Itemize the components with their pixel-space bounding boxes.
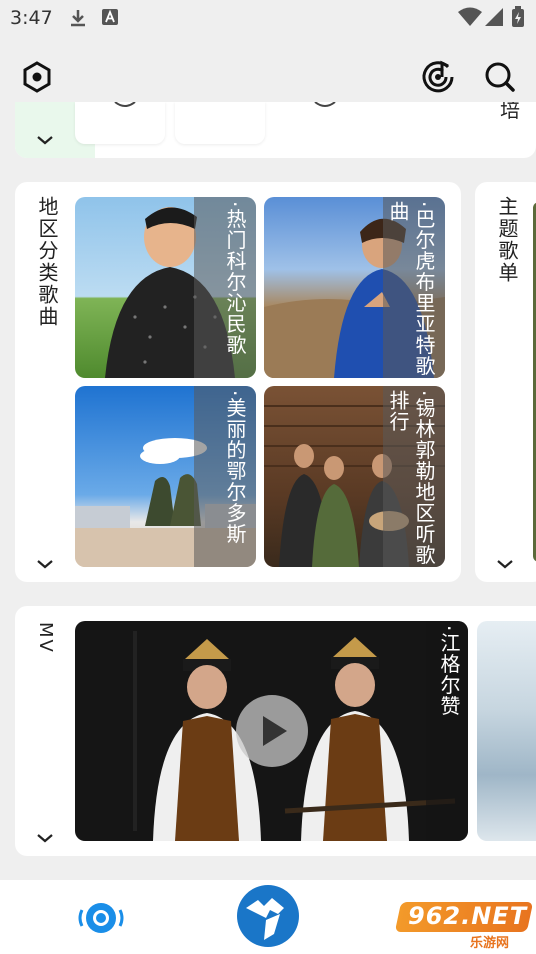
tile-caption: ·锡林郭勒地区听歌排行 [383,386,445,567]
top-item-1-icon [114,102,136,107]
mv-caption: ·江格尔赞 [426,621,468,841]
region-tile-xilingol[interactable]: ·锡林郭勒地区听歌排行 [264,386,445,567]
signal-icon [485,8,503,26]
status-time: 3:47 [10,7,53,29]
play-icon[interactable] [235,694,309,768]
region-tile-barga-buryat[interactable]: ·巴尔虎布里亚特歌曲 [264,197,445,378]
wifi-icon [458,7,482,26]
chevron-down-icon[interactable] [35,832,55,844]
tile-caption: ·美丽的鄂尔多斯 [194,386,256,567]
top-item-3-icon [314,102,336,107]
top-partial-label: 培 [500,102,520,122]
mv-video-thumbnail[interactable]: ·江格尔赞 [75,621,468,841]
region-songs-card: 地区分类歌曲 ·热门科尔沁民歌 ·巴尔虎布里亚特歌曲 ·美丽的鄂尔多斯 ·锡林郭… [15,182,461,582]
watermark-brand: 962.NET [408,902,528,930]
radio-icon[interactable] [78,898,124,938]
download-icon [71,10,85,27]
tile-caption: ·巴尔虎布里亚特歌曲 [383,197,445,378]
mv-card: MV ·江格尔赞 [15,606,536,856]
chevron-down-icon[interactable] [35,558,55,570]
region-tile-ordos[interactable]: ·美丽的鄂尔多斯 [75,386,256,567]
status-bar: 3:47 [0,0,536,36]
theme-playlists-card: 主题歌单 [475,182,536,582]
region-tile-horqin[interactable]: ·热门科尔沁民歌 [75,197,256,378]
watermark-logo: 962.NET 乐游网 [394,902,534,951]
chevron-down-icon[interactable] [495,558,515,570]
search-icon[interactable] [480,57,520,97]
top-app-bar [0,36,536,102]
top-item-1[interactable] [75,102,165,144]
top-category-card: 培 [15,102,536,158]
region-section-title: 地区分类歌曲 [35,196,59,328]
top-item-2[interactable] [175,102,265,144]
battery-icon [512,6,524,27]
mv-video-thumbnail-next[interactable] [477,621,536,841]
watermark-subtitle: 乐游网 [470,936,510,951]
keyboard-a-icon [102,9,118,25]
music-recognize-icon[interactable] [418,57,458,97]
chevron-down-icon[interactable] [35,134,55,146]
theme-section-title: 主题歌单 [495,196,519,284]
mv-section-title: MV [35,622,56,654]
settings-hexagon-icon[interactable] [17,57,57,97]
tile-caption: ·热门科尔沁民歌 [194,197,256,378]
bottom-navigation: 962.NET 乐游网 [0,880,536,954]
home-logo-icon[interactable] [236,884,300,948]
